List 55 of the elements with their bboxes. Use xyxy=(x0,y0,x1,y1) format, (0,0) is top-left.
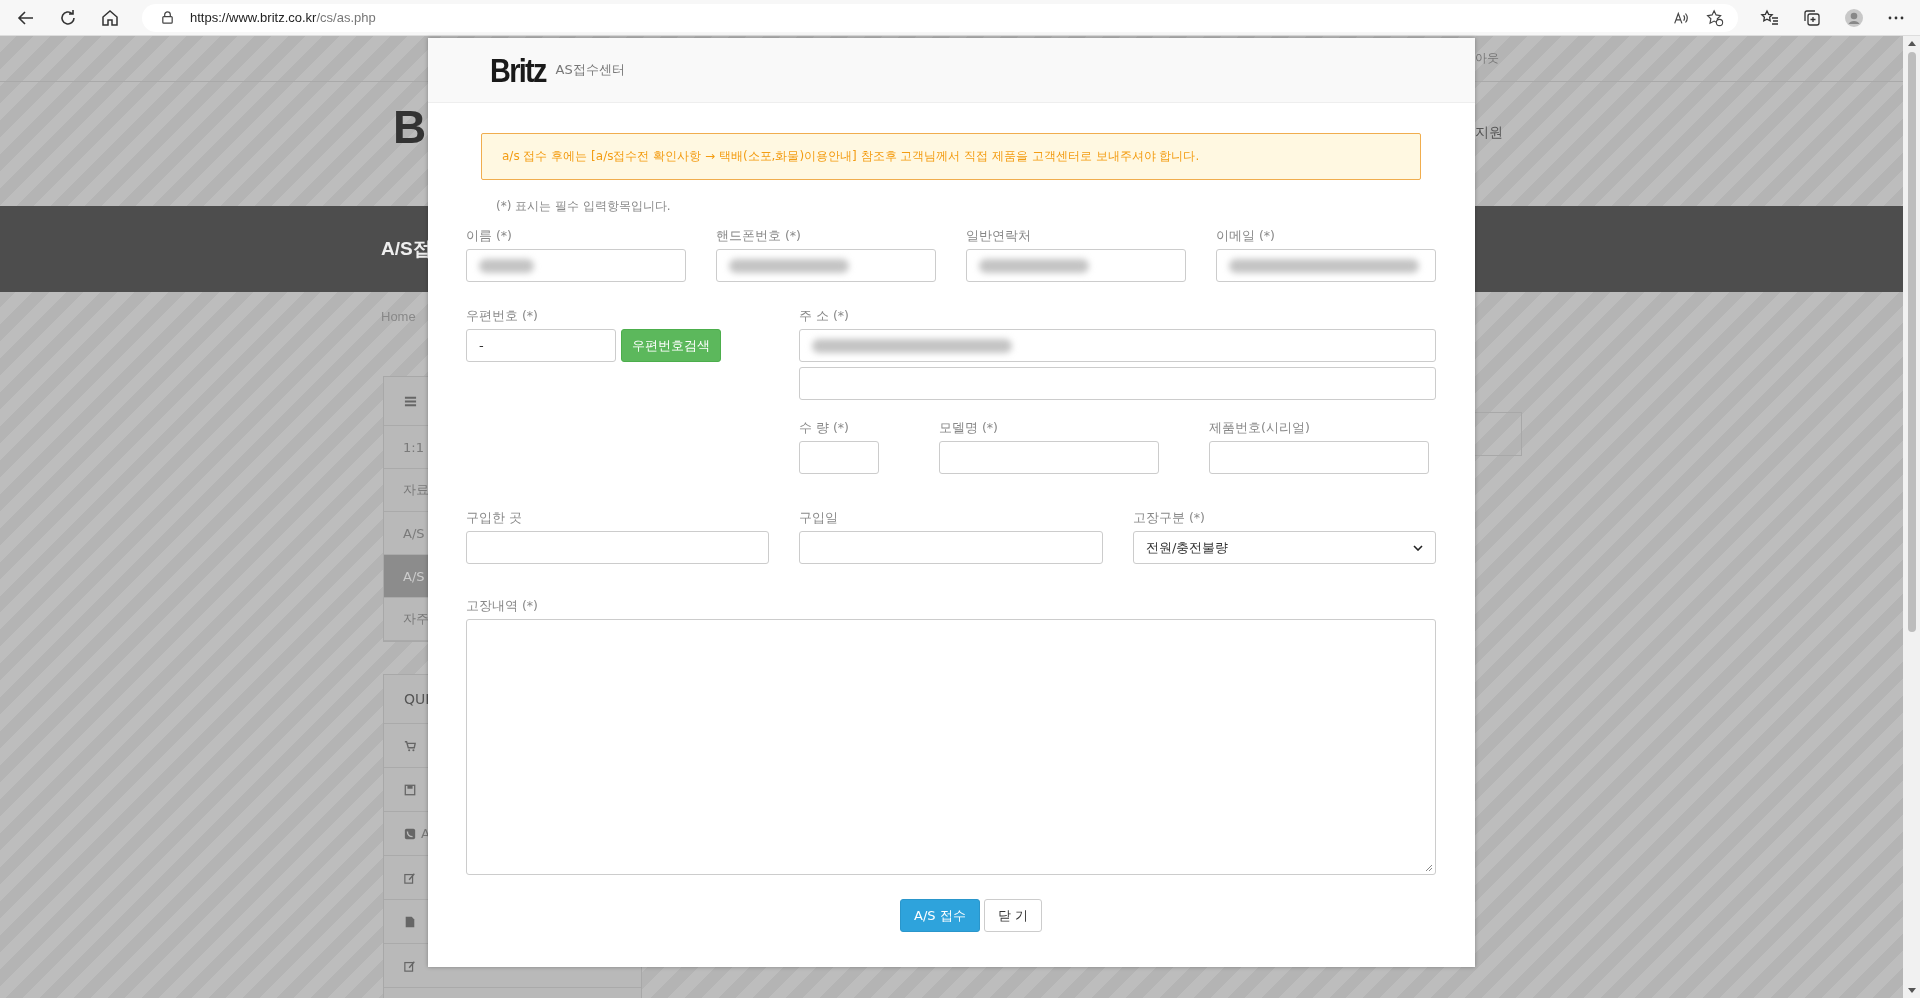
scrollbar[interactable] xyxy=(1903,36,1920,998)
url-text: https://www.britz.co.kr/cs/as.php xyxy=(190,10,376,25)
star-add-icon[interactable] xyxy=(1706,8,1724,27)
input-field[interactable] xyxy=(716,249,936,282)
input-field[interactable] xyxy=(1209,441,1429,474)
scroll-down-icon[interactable] xyxy=(1907,988,1916,994)
field-label: 고장내역 (*) xyxy=(466,598,539,615)
brand-logo: Britz xyxy=(490,50,546,90)
page-text: 아웃 xyxy=(1475,50,1499,67)
collections-icon[interactable] xyxy=(1802,7,1822,28)
field-label: 모델명 (*) xyxy=(939,420,999,437)
field-label: 이름 (*) xyxy=(466,228,513,245)
address-bar[interactable]: https://www.britz.co.kr/cs/as.php xyxy=(142,3,1738,32)
dropdown[interactable]: 전원/충전불량 xyxy=(1133,531,1436,564)
notice-alert: a/s 접수 후에는 [a/s접수전 확인사항 → 택배(소포,화물)이용안내] 참조후 고객님께서 직접 제품을 고객센터로 보내주셔야 합니다. xyxy=(481,133,1421,180)
field-label: 이메일 (*) xyxy=(1216,228,1276,245)
phone-icon xyxy=(404,827,416,840)
quick-links-title: QUI xyxy=(404,691,430,707)
page-text: 지원 xyxy=(1475,124,1503,142)
input-field[interactable] xyxy=(466,531,769,564)
home-icon[interactable] xyxy=(100,7,120,28)
field-label: 고장구분 (*) xyxy=(1133,510,1206,527)
profile-icon[interactable] xyxy=(1844,7,1864,28)
file-icon xyxy=(404,915,416,928)
input-field[interactable] xyxy=(799,367,1436,400)
input-field[interactable] xyxy=(799,329,1436,362)
field-label: 수 량 (*) xyxy=(799,420,850,437)
resize-handle-icon[interactable] xyxy=(1425,864,1433,872)
field-label: 일반연락처 xyxy=(966,228,1032,245)
input-field[interactable] xyxy=(799,441,879,474)
field-label: 구입일 xyxy=(799,510,839,527)
chevron-down-icon xyxy=(1413,544,1423,551)
menu-icon xyxy=(404,394,417,408)
input-field[interactable] xyxy=(799,531,1103,564)
field-label: 제품번호(시리얼) xyxy=(1209,420,1311,437)
field-label: 주 소 (*) xyxy=(799,308,850,325)
field-label: 우편번호 (*) xyxy=(466,308,539,325)
field-label: 구입한 곳 xyxy=(466,510,523,527)
input-field[interactable]: - xyxy=(466,329,616,362)
lock-icon[interactable] xyxy=(160,10,175,25)
required-note: (*) 표시는 필수 입력항목입니다. xyxy=(496,198,672,215)
reload-icon[interactable] xyxy=(58,7,78,28)
page-text: B xyxy=(393,100,425,154)
scroll-thumb[interactable] xyxy=(1907,52,1916,632)
scroll-up-icon[interactable] xyxy=(1907,40,1916,46)
modal-subtitle: AS접수센터 xyxy=(555,61,625,79)
input-field[interactable] xyxy=(1216,249,1436,282)
field-label: 핸드폰번호 (*) xyxy=(716,228,802,245)
edit-icon xyxy=(404,959,416,972)
cart-icon xyxy=(404,739,416,752)
edit-icon xyxy=(404,871,416,884)
form-button[interactable]: 닫 기 xyxy=(983,899,1043,932)
input-field[interactable] xyxy=(966,249,1186,282)
input-field[interactable] xyxy=(939,441,1159,474)
input-field[interactable] xyxy=(466,249,686,282)
